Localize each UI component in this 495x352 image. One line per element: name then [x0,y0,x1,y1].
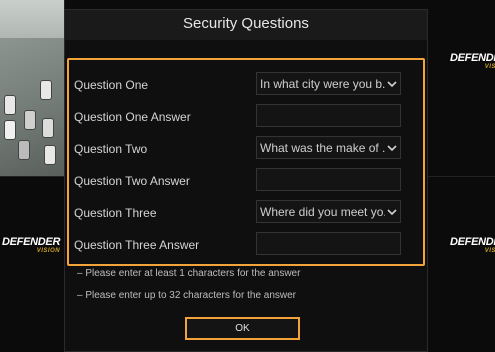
logo-text: DEFENDER [450,52,495,64]
logo-subtext: VISION [484,64,495,70]
question-three-answer-row: Question Three Answer [69,230,423,262]
question-two-answer-row: Question Two Answer [69,166,423,198]
defender-logo: DEFENDER VISION [450,236,495,254]
logo-text: DEFENDER [2,236,61,248]
car-shape [44,145,56,165]
question-one-row: Question One In what city were you b... [69,70,423,102]
chevron-down-icon [387,209,397,216]
question-three-answer-label: Question Three Answer [74,238,200,252]
question-three-answer-input[interactable] [256,232,401,255]
question-one-label: Question One [74,78,149,92]
camera-feed-tile[interactable] [0,0,64,176]
dialog-title: Security Questions [65,10,427,40]
logo-subtext: VISION [484,248,495,254]
car-shape [24,110,36,130]
question-one-value: In what city were you b... [260,77,385,91]
question-three-select[interactable]: Where did you meet yo... [256,200,401,223]
security-questions-form: Question One In what city were you b... … [67,58,425,266]
car-shape [42,118,54,138]
question-two-value: What was the make of ... [260,141,385,155]
question-two-answer-input[interactable] [256,168,401,191]
question-one-answer-label: Question One Answer [74,110,191,124]
defender-logo: DEFENDER VISION [450,52,495,70]
logo-subtext: VISION [36,248,61,254]
answer-max-length-hint: – Please enter up to 32 characters for t… [77,290,297,301]
building-area [0,0,64,38]
logo-text: DEFENDER [450,236,495,248]
question-one-answer-input[interactable] [256,104,401,127]
car-shape [40,80,52,100]
security-questions-dialog: Security Questions Question One In what … [64,9,428,352]
car-shape [4,95,16,115]
chevron-down-icon [387,145,397,152]
question-two-label: Question Two [74,142,148,156]
question-three-value: Where did you meet yo... [260,205,385,219]
chevron-down-icon [387,81,397,88]
question-one-answer-row: Question One Answer [69,102,423,134]
question-three-row: Question Three Where did you meet yo... [69,198,423,230]
question-two-row: Question Two What was the make of ... [69,134,423,166]
question-one-select[interactable]: In what city were you b... [256,72,401,95]
question-two-select[interactable]: What was the make of ... [256,136,401,159]
car-shape [4,120,16,140]
car-shape [18,140,30,160]
defender-logo: DEFENDER VISION [2,236,60,254]
answer-min-length-hint: – Please enter at least 1 characters for… [77,268,301,279]
question-two-answer-label: Question Two Answer [74,174,190,188]
ok-button[interactable]: OK [185,317,300,340]
question-three-label: Question Three [74,206,157,220]
